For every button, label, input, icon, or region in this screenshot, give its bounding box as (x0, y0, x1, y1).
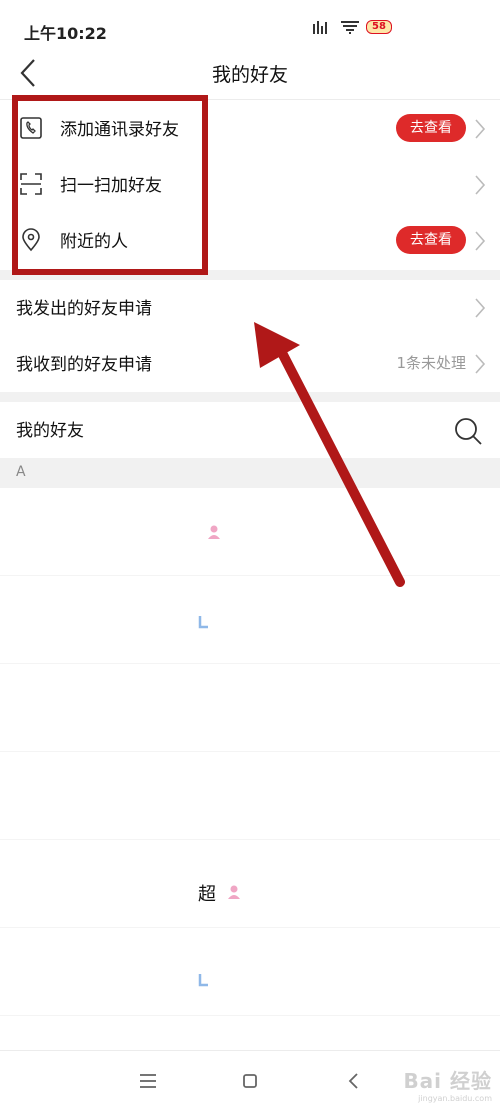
status-icons: 58 (312, 18, 392, 36)
menu-icon[interactable] (136, 1069, 160, 1093)
female-icon (208, 525, 220, 539)
scan-add-friend-label: 扫一扫加好友 (60, 176, 162, 196)
friends-title: 我的好友 (16, 421, 84, 441)
chevron-right-icon (475, 175, 486, 195)
watermark-text: Bai 经验 (403, 1069, 492, 1093)
status-bar: 上午10:22 58 (0, 0, 500, 48)
nav-bar: 我的好友 (0, 48, 500, 100)
friends-header: 我的好友 (0, 402, 500, 458)
female-icon (228, 885, 240, 899)
location-pin-icon (22, 228, 40, 252)
scan-add-friend-row[interactable]: 扫一扫加好友 (0, 157, 500, 213)
phone-icon (20, 117, 42, 139)
chevron-right-icon (475, 231, 486, 251)
view-button[interactable]: 去查看 (396, 226, 466, 254)
status-time: 上午10:22 (24, 24, 107, 43)
view-button[interactable]: 去查看 (396, 114, 466, 142)
list-item[interactable] (0, 928, 500, 1016)
add-contacts-friends-row[interactable]: 添加通讯录好友 去查看 (0, 101, 500, 157)
divider (0, 270, 500, 280)
home-icon[interactable] (238, 1069, 262, 1093)
received-requests-label: 我收到的好友申请 (16, 355, 152, 375)
list-item[interactable]: 超 (0, 840, 500, 928)
nearby-people-label: 附近的人 (60, 232, 128, 252)
received-requests-row[interactable]: 我收到的好友申请 1条未处理 (0, 336, 500, 392)
sent-requests-row[interactable]: 我发出的好友申请 (0, 280, 500, 336)
scan-icon (20, 173, 42, 195)
chevron-right-icon (475, 354, 486, 374)
list-item[interactable] (0, 488, 500, 576)
list-item[interactable] (0, 664, 500, 752)
search-icon[interactable] (452, 415, 484, 447)
pending-count: 1条未处理 (396, 354, 466, 372)
watermark: Bai 经验 jingyan.baidu.com (403, 1065, 492, 1103)
male-icon (198, 974, 208, 987)
index-header: A (0, 458, 500, 488)
wifi-icon (341, 21, 359, 34)
back-icon[interactable] (342, 1069, 366, 1093)
nearby-people-row[interactable]: 附近的人 去查看 (0, 213, 500, 269)
divider (0, 392, 500, 402)
list-item[interactable] (0, 576, 500, 664)
add-contacts-friends-label: 添加通讯录好友 (60, 120, 179, 140)
male-icon (198, 616, 208, 629)
sent-requests-label: 我发出的好友申请 (16, 299, 152, 319)
battery-indicator: 58 (366, 20, 392, 34)
system-nav-bar: Bai 经验 jingyan.baidu.com (0, 1050, 500, 1111)
signal-icon (313, 21, 327, 34)
list-item[interactable] (0, 752, 500, 840)
chevron-right-icon (475, 298, 486, 318)
index-letter: A (16, 464, 26, 480)
page-title: 我的好友 (211, 64, 288, 86)
friend-name: 超 (198, 884, 216, 905)
watermark-url: jingyan.baidu.com (418, 1094, 492, 1103)
chevron-right-icon (475, 119, 486, 139)
